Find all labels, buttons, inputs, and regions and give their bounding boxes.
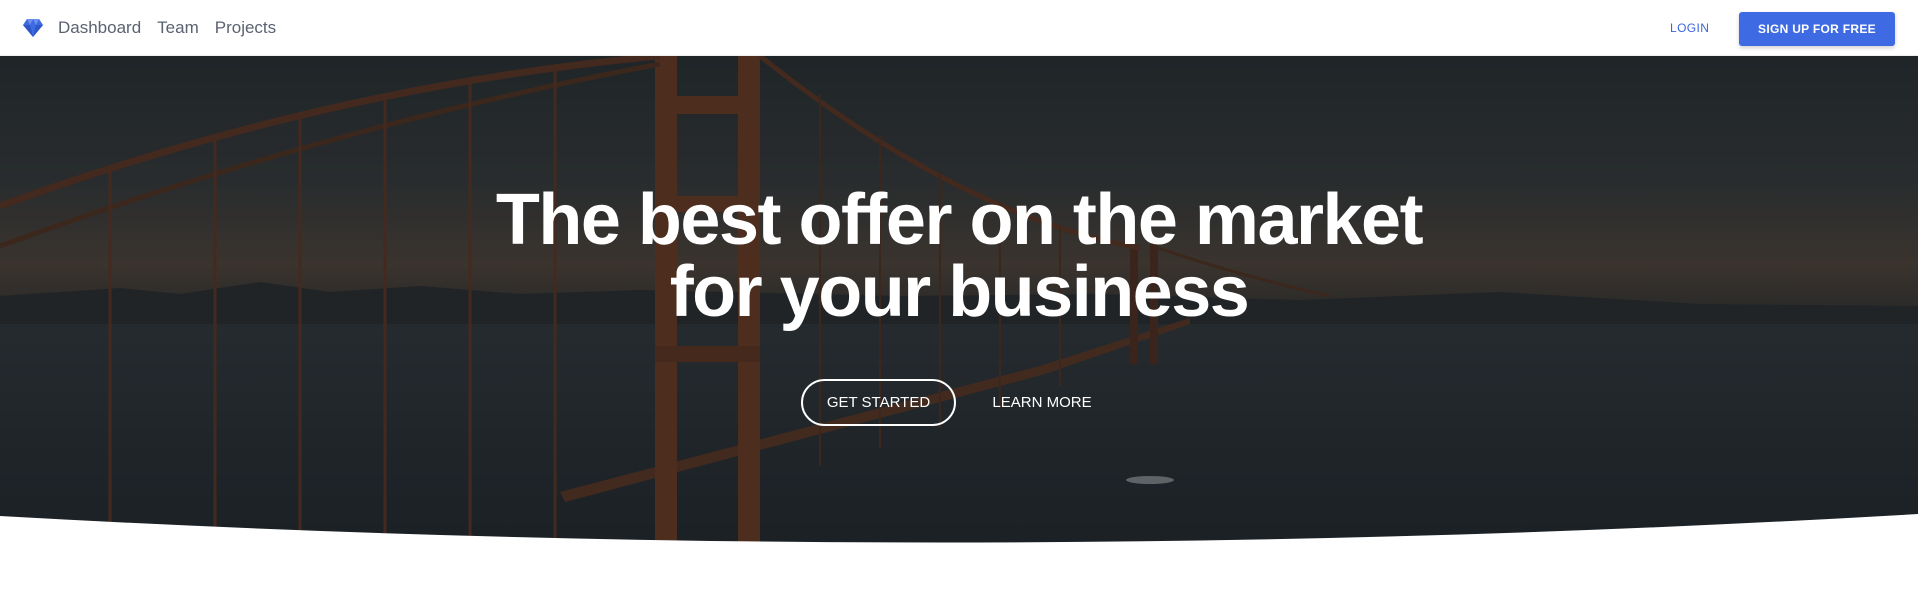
diamond-icon — [23, 19, 43, 37]
nav-links: Dashboard Team Projects — [58, 0, 276, 56]
nav-link-team[interactable]: Team — [157, 0, 199, 56]
login-link[interactable]: LOGIN — [1670, 0, 1709, 56]
hero-section: The best offer on the market for your bu… — [0, 56, 1918, 552]
signup-button[interactable]: SIGN UP FOR FREE — [1739, 12, 1895, 46]
hero-curve-divider — [0, 514, 1918, 552]
nav-link-projects[interactable]: Projects — [215, 0, 276, 56]
page: Dashboard Team Projects LOGIN SIGN UP FO… — [0, 0, 1918, 601]
nav-link-dashboard[interactable]: Dashboard — [58, 0, 141, 56]
brand-logo[interactable] — [21, 16, 45, 40]
navbar: Dashboard Team Projects LOGIN SIGN UP FO… — [0, 0, 1918, 56]
